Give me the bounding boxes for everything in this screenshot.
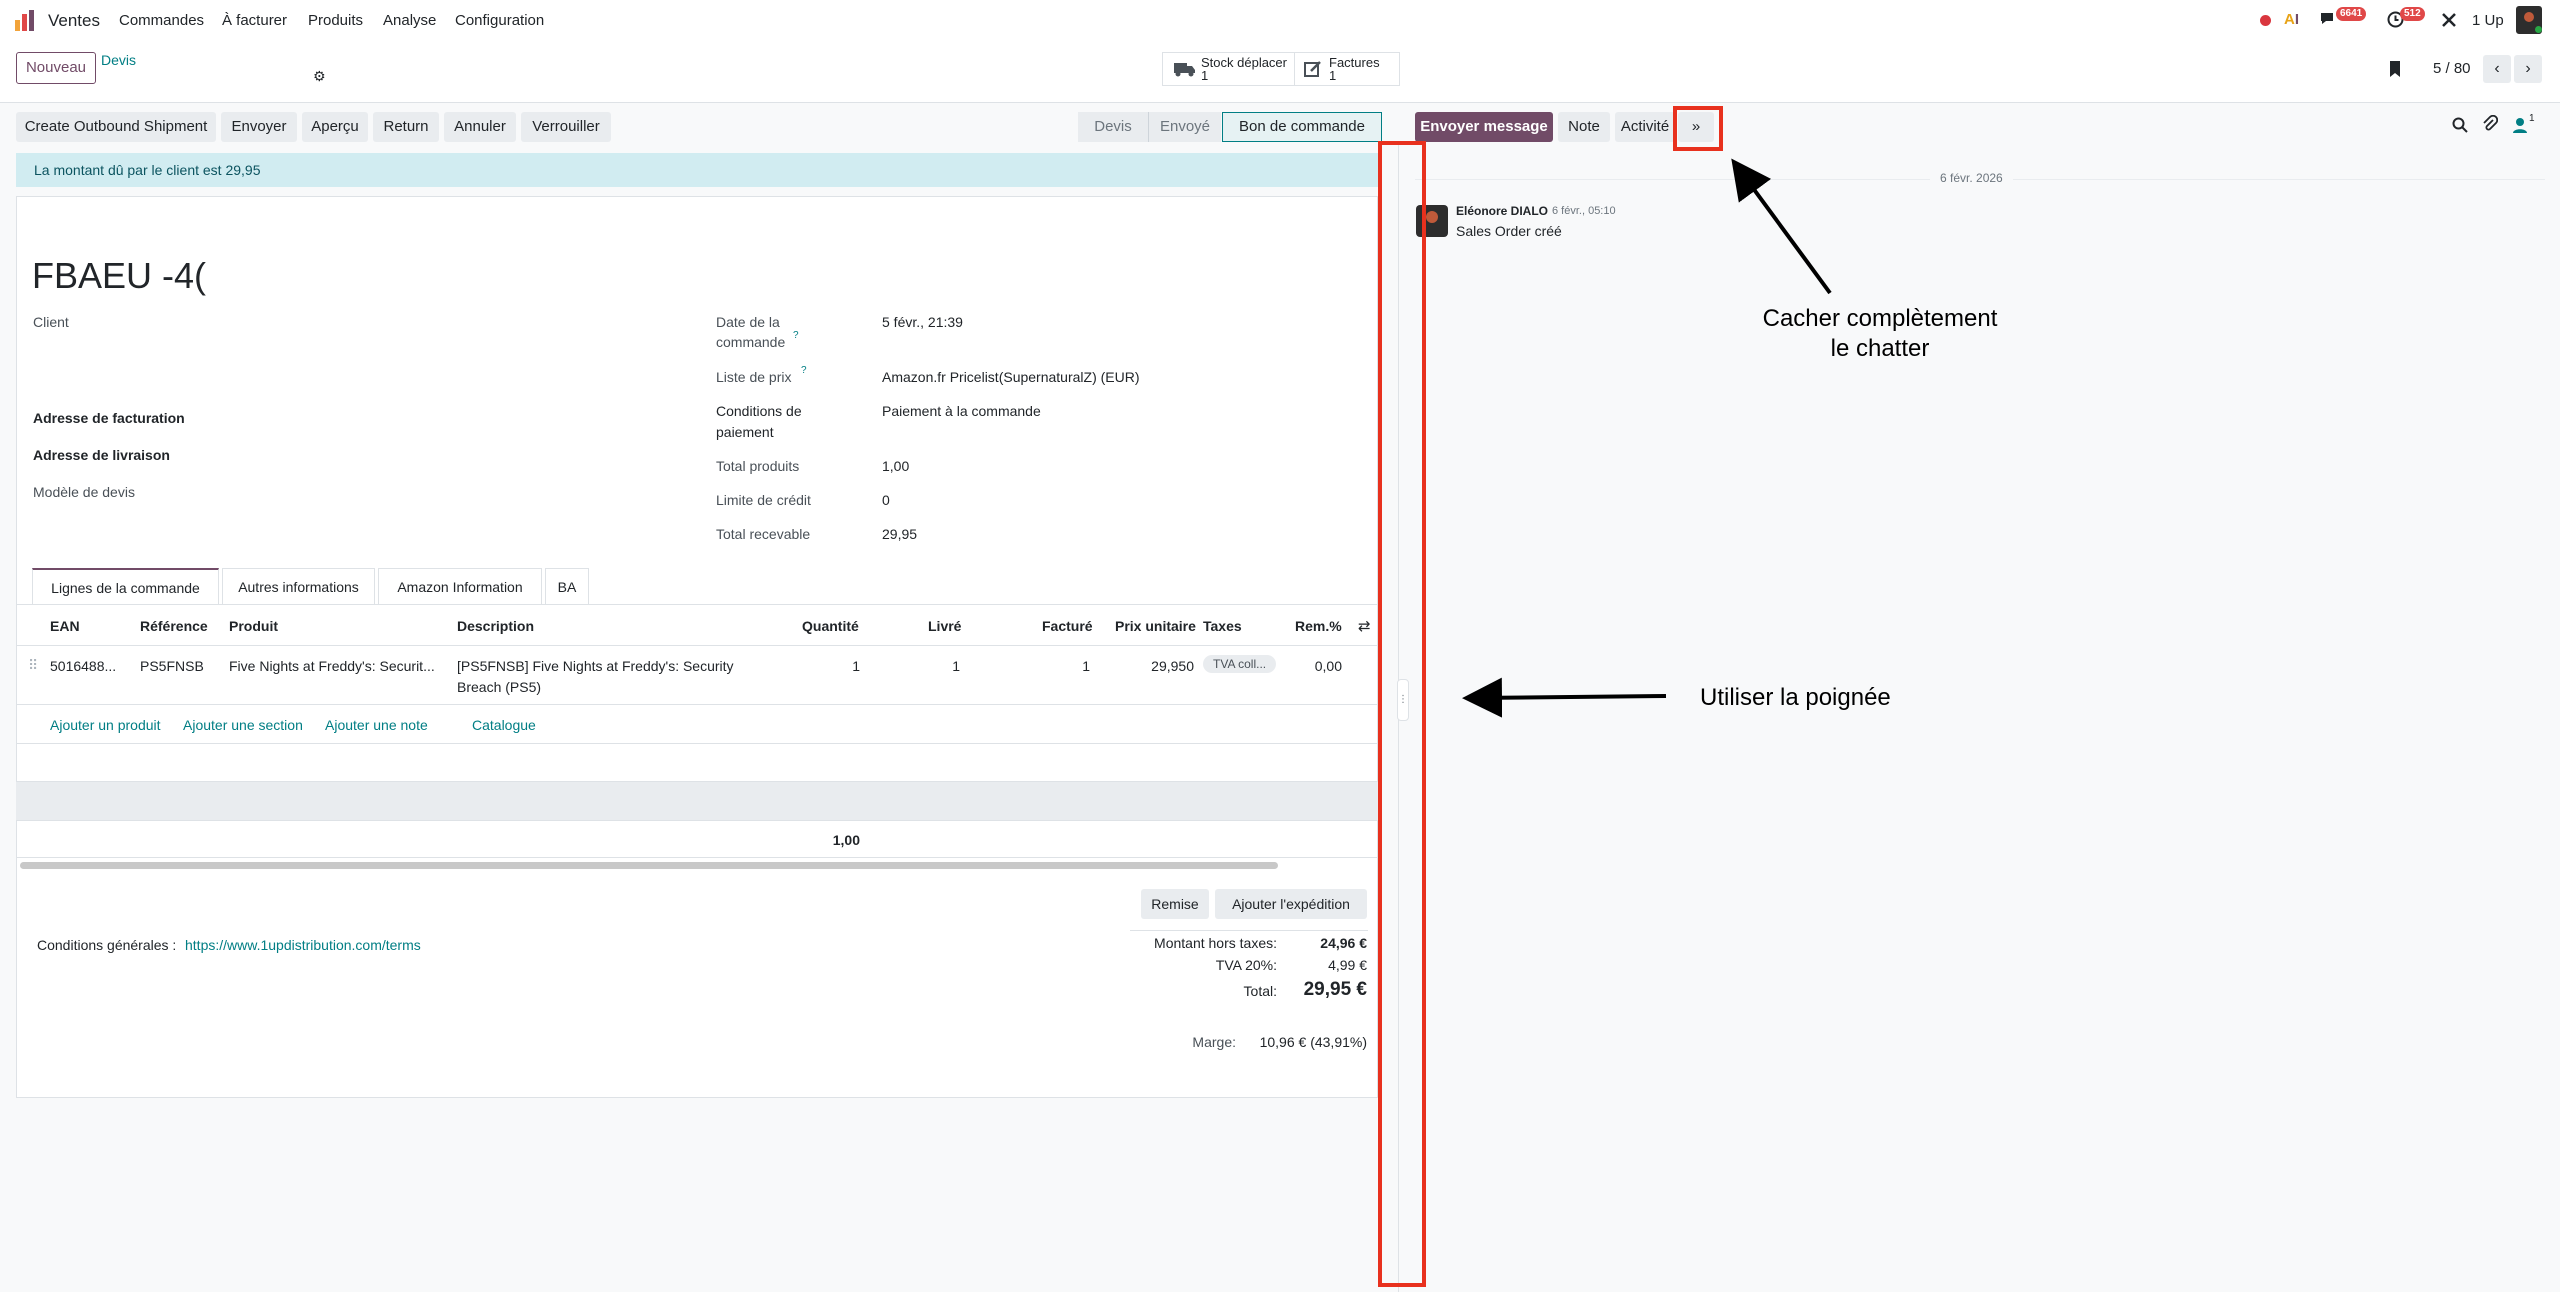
annotation-use-handle: Utiliser la poignée <box>1700 684 1891 711</box>
annotation-hide-chatter-line2: le chatter <box>1830 335 1930 362</box>
annotation-hide-chatter: Cacher complètement le chatter <box>1720 304 2040 364</box>
arrow-to-collapse-button <box>1731 158 1832 295</box>
arrow-to-resize-handle <box>1462 677 1667 718</box>
annotation-hide-chatter-line1: Cacher complètement <box>1762 305 1998 332</box>
annotation-arrows <box>1462 158 1832 718</box>
